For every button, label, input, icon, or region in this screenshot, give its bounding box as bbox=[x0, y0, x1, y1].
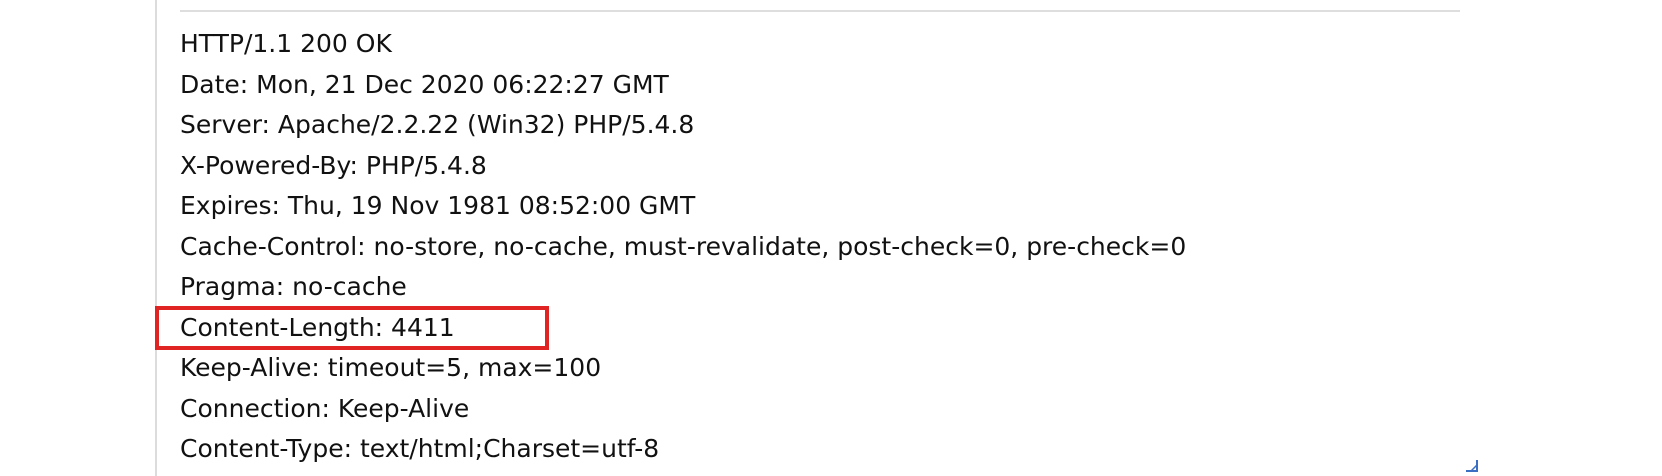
resize-grip-icon[interactable] bbox=[1464, 458, 1478, 472]
header-connection: Connection: Keep-Alive bbox=[180, 393, 470, 423]
header-expires: Expires: Thu, 19 Nov 1981 08:52:00 GMT bbox=[180, 191, 696, 220]
header-server: Server: Apache/2.2.22 (Win32) PHP/5.4.8 bbox=[180, 110, 695, 139]
header-date: Date: Mon, 21 Dec 2020 06:22:27 GMT bbox=[180, 69, 669, 99]
header-cache-control: Cache-Control: no-store, no-cache, must-… bbox=[180, 231, 1187, 261]
header-keep-alive: Keep-Alive: timeout=5, max=100 bbox=[180, 353, 602, 382]
header-pragma: Pragma: no-cache bbox=[180, 272, 407, 301]
header-content-type: Content-Type: text/html;Charset=utf-8 bbox=[180, 434, 660, 463]
http-response-headers: HTTP/1.1 200 OK Date: Mon, 21 Dec 2020 0… bbox=[180, 24, 1186, 470]
top-divider bbox=[180, 10, 1460, 12]
response-viewer: HTTP/1.1 200 OK Date: Mon, 21 Dec 2020 0… bbox=[0, 0, 1662, 476]
header-x-powered-by: X-Powered-By: PHP/5.4.8 bbox=[180, 150, 487, 180]
panel-left-border bbox=[155, 0, 157, 476]
header-content-length: Content-Length: 4411 bbox=[180, 312, 455, 342]
status-line: HTTP/1.1 200 OK bbox=[180, 29, 392, 58]
